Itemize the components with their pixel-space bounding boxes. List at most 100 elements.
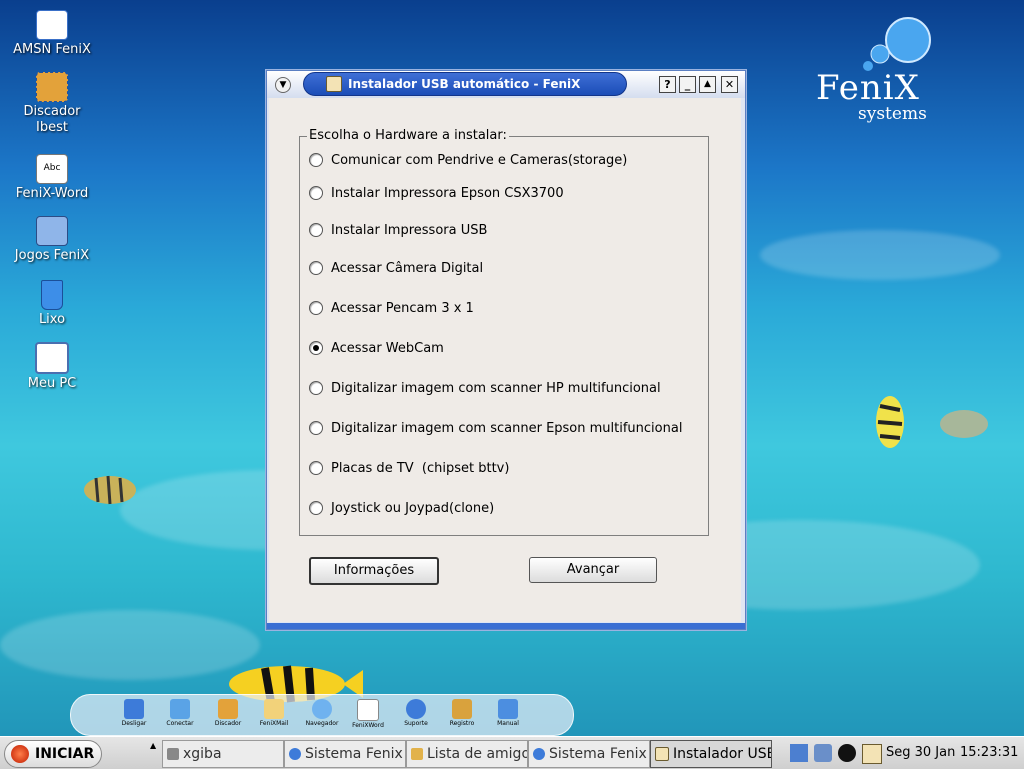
dock-item-navegador[interactable]: Navegador [303, 699, 341, 727]
window-title: Instalador USB automático - FeniX [348, 77, 581, 91]
network-icon[interactable] [790, 744, 808, 762]
start-logo-icon [11, 745, 29, 763]
radio-icon [309, 501, 323, 515]
task-sistema-fenix-1[interactable]: Sistema Fenix [284, 740, 406, 768]
window-titlebar[interactable]: ▼ Instalador USB automático - FeniX ? _ … [267, 71, 745, 98]
window-menu-button[interactable]: ▼ [275, 77, 291, 93]
radio-option-hp-scanner[interactable]: Digitalizar imagem com scanner HP multif… [309, 379, 661, 397]
volume-icon[interactable] [814, 744, 832, 762]
task-label: Sistema Fenix [549, 746, 647, 762]
info-button[interactable]: Informações [309, 557, 439, 585]
task-sistema-fenix-2[interactable]: Sistema Fenix [528, 740, 650, 768]
shutdown-icon [124, 699, 144, 719]
usb-installer-icon [655, 747, 669, 761]
window-client: Escolha o Hardware a instalar: Comunicar… [269, 98, 741, 622]
radio-option-joystick[interactable]: Joystick ou Joypad(clone) [309, 499, 494, 517]
radio-label: Instalar Impressora Epson CSX3700 [331, 185, 564, 201]
task-label: Instalador USB [673, 746, 772, 762]
fenix-logo: FeniX systems [812, 12, 942, 124]
radio-option-tv-card[interactable]: Placas de TV (chipset bttv) [309, 459, 509, 477]
tray-date: Seg 30 Jan [886, 745, 956, 760]
radio-label: Placas de TV (chipset bttv) [331, 460, 510, 476]
radio-label: Acessar WebCam [331, 340, 444, 356]
radio-label: Acessar Pencam 3 x 1 [331, 300, 474, 316]
radio-label: Digitalizar imagem com scanner HP multif… [331, 380, 661, 396]
word-processor-icon: Abc [36, 154, 68, 184]
task-instalador-usb[interactable]: Instalador USB [650, 740, 772, 768]
radio-option-webcam[interactable]: Acessar WebCam [309, 339, 444, 357]
radio-icon [309, 421, 323, 435]
logo-brand: FeniX [816, 68, 920, 108]
computer-icon [35, 342, 69, 374]
radio-label: Acessar Câmera Digital [331, 260, 484, 276]
tray-clock: 15:23:31 [960, 745, 1019, 760]
desktop-icon-lixo[interactable]: Lixo [4, 280, 100, 328]
dock-label: Discador [214, 720, 242, 727]
word-processor-icon [357, 699, 379, 721]
dock-label: Manual [497, 720, 519, 727]
dock-label: Suporte [404, 720, 428, 727]
minimize-button[interactable]: _ [679, 76, 696, 93]
radio-selected-icon [309, 341, 323, 355]
dock-item-conectar[interactable]: Conectar [161, 699, 199, 727]
radio-option-pencam[interactable]: Acessar Pencam 3 x 1 [309, 299, 474, 317]
maximize-button[interactable]: ▲ [699, 76, 716, 93]
desktop-icon-label: FeniX-Word [15, 186, 89, 201]
dock-item-discador[interactable]: Discador [209, 699, 247, 727]
browser-icon [533, 748, 545, 760]
dialer-icon [36, 72, 68, 102]
fish-decoration [940, 410, 988, 438]
dock-item-fenixmail[interactable]: FeniXMail [255, 699, 293, 727]
desktop-icon-meu-pc[interactable]: Meu PC [4, 342, 100, 392]
desktop-icon-amsn[interactable]: AMSN FeniX [4, 10, 100, 58]
radio-option-pendrive[interactable]: Comunicar com Pendrive e Cameras(storage… [309, 151, 627, 169]
next-button[interactable]: Avançar [529, 557, 657, 583]
radio-option-digital-camera[interactable]: Acessar Câmera Digital [309, 259, 483, 277]
fish-decoration [876, 396, 904, 448]
task-xgiba[interactable]: xgiba [162, 740, 284, 768]
radio-label: Digitalizar imagem com scanner Epson mul… [331, 420, 683, 436]
desktop-icon-fenix-word[interactable]: Abc FeniX-Word [4, 154, 100, 202]
quick-launch-dock: Desligar Conectar Discador FeniXMail Nav… [70, 694, 574, 736]
bomb-icon[interactable] [838, 744, 856, 762]
start-button[interactable]: INICIAR [4, 740, 102, 768]
taskbar-scroll-icon[interactable]: ▲ [150, 741, 160, 765]
dock-item-fenixword[interactable]: FeniXWord [349, 699, 387, 729]
desktop-icon-label: Jogos FeniX [14, 248, 90, 263]
water-light [0, 610, 260, 680]
desktop-icon-label: AMSN FeniX [13, 42, 91, 57]
task-label: Lista de amigos [427, 746, 528, 762]
desktop-icon-discador[interactable]: Discador Ibest [4, 72, 100, 136]
dialer-icon [218, 699, 238, 719]
mail-icon [264, 699, 284, 719]
fish-decoration [84, 475, 136, 505]
register-icon [452, 699, 472, 719]
radio-option-epson-scanner[interactable]: Digitalizar imagem com scanner Epson mul… [309, 419, 682, 437]
task-label: Sistema Fenix [305, 746, 403, 762]
help-button[interactable]: ? [659, 76, 676, 93]
dock-item-desligar[interactable]: Desligar [115, 699, 153, 727]
dock-item-manual[interactable]: Manual [489, 699, 527, 727]
usb-installer-window: ▼ Instalador USB automático - FeniX ? _ … [266, 70, 746, 630]
usb-installer-tray-icon[interactable] [862, 744, 882, 764]
desktop-icon-jogos[interactable]: Jogos FeniX [4, 216, 100, 264]
dock-item-suporte[interactable]: Suporte [397, 699, 435, 727]
manual-icon [498, 699, 518, 719]
desktop-icon-label: Lixo [38, 312, 66, 327]
water-light [760, 230, 1000, 280]
trash-icon [41, 280, 63, 310]
task-lista-amigos[interactable]: Lista de amigos [406, 740, 528, 768]
radio-label: Instalar Impressora USB [331, 222, 488, 238]
games-icon [36, 216, 68, 246]
dock-item-registro[interactable]: Registro [443, 699, 481, 727]
desktop-icon-label: Discador Ibest [23, 104, 81, 135]
radio-option-usb-printer[interactable]: Instalar Impressora USB [309, 221, 487, 239]
amsn-icon [36, 10, 68, 40]
usb-installer-icon [326, 76, 342, 92]
radio-label: Joystick ou Joypad(clone) [331, 500, 495, 516]
radio-icon [309, 223, 323, 237]
radio-option-epson-printer[interactable]: Instalar Impressora Epson CSX3700 [309, 184, 564, 202]
support-icon [406, 699, 426, 719]
close-button[interactable]: ✕ [721, 76, 738, 93]
group-title: Escolha o Hardware a instalar: [307, 128, 509, 143]
